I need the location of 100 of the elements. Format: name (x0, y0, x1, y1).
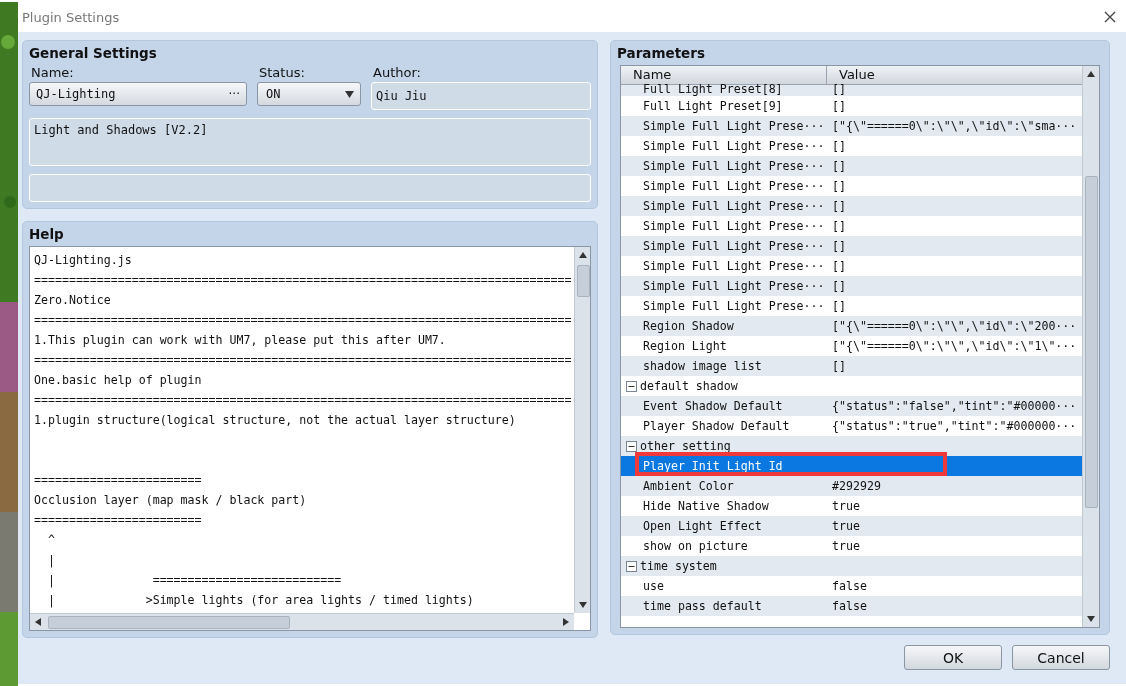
parameter-row[interactable]: Simple Full Light Prese··· [] (621, 276, 1082, 296)
parameter-value: [] (831, 219, 846, 233)
help-text-line: 1.This plugin can work with UM7, please put this after UM7. (34, 332, 447, 349)
parameter-name: Simple Full Light Prese··· (642, 239, 826, 253)
parameter-value: true (831, 519, 860, 533)
close-icon[interactable] (1104, 11, 1116, 23)
parameter-name: Region Shadow (642, 319, 735, 333)
name-field[interactable]: QJ-Lighting ··· (29, 82, 247, 106)
description-field[interactable]: Light and Shadows [V2.2] (29, 118, 591, 166)
parameter-name: Open Light Effect (642, 519, 763, 533)
parameter-row[interactable]: Hide Native Shadow true (621, 496, 1082, 516)
field-label: Name: (30, 65, 75, 80)
parameter-name: Hide Native Shadow (642, 499, 770, 513)
help-text-line: ============================================================================= (34, 352, 570, 369)
parameter-value: ["{\"======0\":\"\",\"id\":\"1\"··· (831, 339, 1077, 353)
vertical-scrollbar[interactable] (1082, 66, 1099, 627)
parameter-name: Simple Full Light Prese··· (642, 179, 826, 193)
help-text-line: One.basic help of plugin (34, 372, 203, 389)
parameter-value: false (831, 599, 867, 613)
column-header[interactable]: Value (827, 66, 875, 84)
parameter-value: ["{\"======0\":\"\",\"id\":\"sma··· (831, 119, 1077, 133)
dialog-button[interactable]: Cancel (1012, 645, 1110, 670)
window-title: Plugin Settings (22, 9, 120, 25)
help-text-line: ============================================================================= (34, 272, 570, 289)
parameter-name: Simple Full Light Prese··· (642, 219, 826, 233)
parameter-value: [] (831, 359, 846, 373)
parameter-name: Full Light Preset[8] (642, 82, 784, 96)
parameter-name: Region Light (642, 339, 728, 353)
parameter-value: true (831, 499, 860, 513)
panel-title: Help (29, 226, 65, 242)
parameter-value: [] (831, 99, 846, 113)
parameter-name: time pass default (642, 599, 763, 613)
vertical-scrollbar[interactable] (574, 247, 590, 613)
tree-group-row[interactable]: time system (621, 556, 1082, 576)
author-field[interactable]: Qiu Jiu (371, 82, 591, 110)
dialog-button[interactable]: OK (904, 645, 1002, 670)
parameter-name: Simple Full Light Prese··· (642, 119, 826, 133)
parameter-row[interactable]: show on picture true (621, 536, 1082, 556)
parameter-row[interactable]: Full Light Preset[9] [] (621, 96, 1082, 116)
parameter-value: ["{\"======0\":\"\",\"id\":\"200··· (831, 319, 1077, 333)
parameter-row[interactable]: Simple Full Light Prese··· [] (621, 176, 1082, 196)
status-dropdown[interactable]: ON (257, 82, 361, 106)
parameter-row[interactable]: Simple Full Light Prese··· [] (621, 216, 1082, 236)
parameter-row[interactable]: Simple Full Light Prese··· [] (621, 296, 1082, 316)
horizontal-scrollbar[interactable] (30, 613, 574, 630)
parameter-value: [] (831, 82, 846, 96)
parameter-value: {"status":"false","tint":"#00000··· (831, 399, 1077, 413)
help-text-line: Occlusion layer (map mask / black part) (34, 492, 308, 509)
help-text-line: ============================================================================= (34, 312, 570, 329)
parameter-row[interactable]: Simple Full Light Prese··· ["{\"======0\":\"\",\"id\":\"sma··· (621, 116, 1082, 136)
parameter-row[interactable]: Simple Full Light Prese··· [] (621, 256, 1082, 276)
parameter-value: true (831, 539, 860, 553)
parameter-row[interactable]: Region Shadow ["{\"======0\":\"\",\"id\":\"200··· (621, 316, 1082, 336)
group-name: default shadow (639, 379, 738, 393)
help-text-line: | >Simple lights (for area lights / timed lights) (46, 592, 475, 610)
parameter-row[interactable]: Region Light ["{\"======0\":\"\",\"id\":\"1\"··· (621, 336, 1082, 356)
parameter-value: #292929 (831, 479, 881, 493)
parameter-row[interactable]: Player Shadow Default {"status":"true","tint":"#000000··· (621, 416, 1082, 436)
parameter-name: Simple Full Light Prese··· (642, 279, 826, 293)
parameter-value: [] (831, 199, 846, 213)
parameter-name: Simple Full Light Prese··· (642, 299, 826, 313)
tree-group-row[interactable]: default shadow (621, 376, 1082, 396)
parameter-row[interactable]: Full Light Preset[8] [] (621, 85, 1082, 96)
collapse-icon[interactable] (626, 380, 637, 392)
help-text-line: ======================== (34, 512, 203, 529)
help-text-line: 1.plugin structure(logical structure, not the actual layer structure) (34, 412, 517, 429)
group-name: time system (639, 559, 717, 573)
help-text-line: | (46, 552, 56, 570)
parameter-name: Ambient Color (642, 479, 735, 493)
parameter-value: [] (831, 159, 846, 173)
scrollbar-thumb[interactable] (577, 265, 590, 297)
field-label: Status: (258, 65, 306, 80)
parameter-name: show on picture (642, 539, 749, 553)
parameter-name: Full Light Preset[9] (642, 99, 784, 113)
help-text-line: Zero.Notice (34, 292, 112, 309)
parameter-row[interactable]: Ambient Color #292929 (621, 476, 1082, 496)
parameter-row[interactable]: Simple Full Light Prese··· [] (621, 196, 1082, 216)
parameter-name: Simple Full Light Prese··· (642, 139, 826, 153)
panel-title: General Settings (29, 45, 158, 61)
parameter-row[interactable]: shadow image list [] (621, 356, 1082, 376)
parameter-value: [] (831, 179, 846, 193)
parameter-value: [] (831, 239, 846, 253)
scrollbar-thumb[interactable] (48, 616, 290, 629)
group-name: other setting (639, 439, 731, 453)
parameter-row[interactable]: use false (621, 576, 1082, 596)
column-header[interactable]: Name (621, 66, 827, 84)
parameter-row[interactable]: Simple Full Light Prese··· [] (621, 236, 1082, 256)
parameter-value: [] (831, 259, 846, 273)
caret-icon[interactable] (345, 90, 354, 98)
collapse-icon[interactable] (626, 560, 637, 572)
parameter-row[interactable]: Simple Full Light Prese··· [] (621, 156, 1082, 176)
collapse-icon[interactable] (626, 440, 637, 452)
parameter-name: shadow image list (642, 359, 763, 373)
parameter-name: Simple Full Light Prese··· (642, 259, 826, 273)
scrollbar-thumb[interactable] (1085, 176, 1098, 508)
parameter-name: Event Shadow Default (642, 399, 784, 413)
parameter-row[interactable]: Simple Full Light Prese··· [] (621, 136, 1082, 156)
parameter-row[interactable]: Open Light Effect true (621, 516, 1082, 536)
parameter-row[interactable]: Event Shadow Default {"status":"false","tint":"#00000··· (621, 396, 1082, 416)
parameter-row[interactable]: time pass default false (621, 596, 1082, 616)
